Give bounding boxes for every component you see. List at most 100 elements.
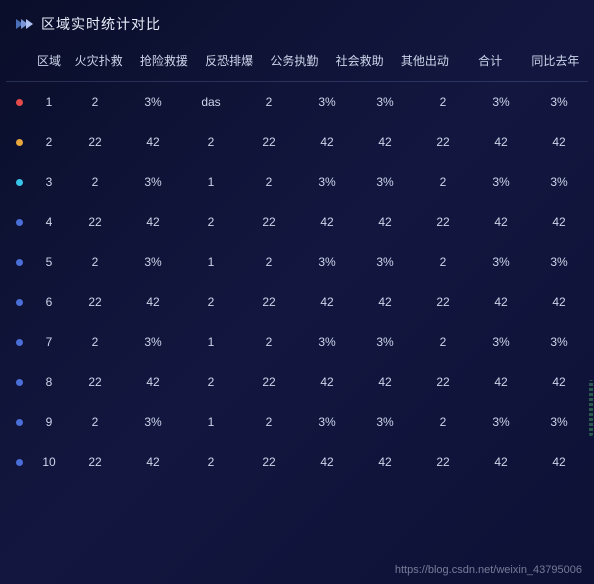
cell: 3% (298, 255, 356, 269)
table-row: 822422224242224242 (6, 362, 588, 402)
cell: 42 (356, 295, 414, 309)
cell: 22 (414, 455, 472, 469)
cell: 3% (356, 335, 414, 349)
row-dot-icon (16, 259, 23, 266)
cell: 2 (182, 135, 240, 149)
cell: 2 (182, 215, 240, 229)
cell: 1 (182, 335, 240, 349)
cell: 2 (240, 255, 298, 269)
side-decoration (589, 380, 593, 436)
row-dot-icon (16, 219, 23, 226)
row-index: 6 (32, 295, 66, 309)
row-dot-icon (16, 99, 23, 106)
cell: 22 (414, 215, 472, 229)
cell: 22 (414, 375, 472, 389)
table-row: 622422224242224242 (6, 282, 588, 322)
cell: 3% (298, 415, 356, 429)
cell: 42 (356, 455, 414, 469)
cell: 3% (530, 255, 588, 269)
cell: 22 (240, 295, 298, 309)
col-header-rescue: 抢险救援 (131, 52, 196, 69)
cell: 3% (356, 95, 414, 109)
cell: 2 (66, 415, 124, 429)
cell: 42 (124, 135, 182, 149)
cell: 3% (356, 255, 414, 269)
col-header-region: 区域 (32, 52, 66, 69)
table-row: 422422224242224242 (6, 202, 588, 242)
table-body: 123%das23%3%23%3%222422224242224242323%1… (6, 82, 588, 482)
cell: 2 (414, 335, 472, 349)
row-index: 1 (32, 95, 66, 109)
cell: 42 (472, 295, 530, 309)
cell: 3% (298, 95, 356, 109)
cell: 3% (472, 175, 530, 189)
row-index: 9 (32, 415, 66, 429)
row-index: 8 (32, 375, 66, 389)
cell: 42 (472, 135, 530, 149)
cell: 3% (298, 175, 356, 189)
cell: 2 (414, 175, 472, 189)
cell: 42 (530, 375, 588, 389)
cell: 3% (472, 415, 530, 429)
row-dot-icon (16, 139, 23, 146)
table-row: 123%das23%3%23%3% (6, 82, 588, 122)
cell: 22 (240, 135, 298, 149)
cell: 22 (240, 375, 298, 389)
cell: 42 (530, 295, 588, 309)
watermark-text: https://blog.csdn.net/weixin_43795006 (395, 564, 582, 576)
cell: 42 (530, 455, 588, 469)
row-dot-icon (16, 179, 23, 186)
cell: 3% (356, 415, 414, 429)
cell: 22 (66, 135, 124, 149)
cell: 3% (530, 95, 588, 109)
cell: 22 (66, 455, 124, 469)
col-header-antiterror: 反恐排爆 (197, 52, 262, 69)
cell: 22 (66, 375, 124, 389)
col-header-total: 合计 (458, 52, 523, 69)
table-header-row: 区域 火灾扑救 抢险救援 反恐排爆 公务执勤 社会救助 其他出动 合计 同比去年 (6, 44, 588, 82)
cell: 3% (472, 335, 530, 349)
cell: 3% (124, 335, 182, 349)
row-dot-icon (16, 459, 23, 466)
cell: 42 (298, 295, 356, 309)
table-row: 923%123%3%23%3% (6, 402, 588, 442)
panel-title: 区域实时统计对比 (41, 14, 161, 34)
cell: 42 (472, 455, 530, 469)
cell: das (182, 95, 240, 109)
cell: 2 (414, 95, 472, 109)
row-dot-icon (16, 379, 23, 386)
cell: 2 (182, 455, 240, 469)
cell: 2 (182, 295, 240, 309)
cell: 42 (530, 215, 588, 229)
row-dot-icon (16, 299, 23, 306)
cell: 2 (240, 175, 298, 189)
row-dot-icon (16, 419, 23, 426)
row-index: 7 (32, 335, 66, 349)
col-header-fire: 火灾扑救 (66, 52, 131, 69)
cell: 22 (66, 295, 124, 309)
cell: 42 (472, 375, 530, 389)
col-header-social: 社会救助 (327, 52, 392, 69)
cell: 2 (240, 95, 298, 109)
col-header-duty: 公务执勤 (262, 52, 327, 69)
cell: 2 (182, 375, 240, 389)
cell: 22 (240, 215, 298, 229)
cell: 3% (530, 175, 588, 189)
cell: 22 (66, 215, 124, 229)
row-index: 2 (32, 135, 66, 149)
cell: 1 (182, 415, 240, 429)
cell: 3% (472, 95, 530, 109)
row-index: 5 (32, 255, 66, 269)
panel-header: 区域实时统计对比 (0, 0, 594, 44)
row-index: 10 (32, 455, 66, 469)
cell: 42 (356, 215, 414, 229)
cell: 3% (472, 255, 530, 269)
chevron-right-icon (16, 19, 31, 29)
table-row: 723%123%3%23%3% (6, 322, 588, 362)
table-row: 523%123%3%23%3% (6, 242, 588, 282)
cell: 2 (66, 335, 124, 349)
cell: 42 (356, 135, 414, 149)
table-row: 323%123%3%23%3% (6, 162, 588, 202)
cell: 42 (298, 215, 356, 229)
cell: 42 (124, 215, 182, 229)
